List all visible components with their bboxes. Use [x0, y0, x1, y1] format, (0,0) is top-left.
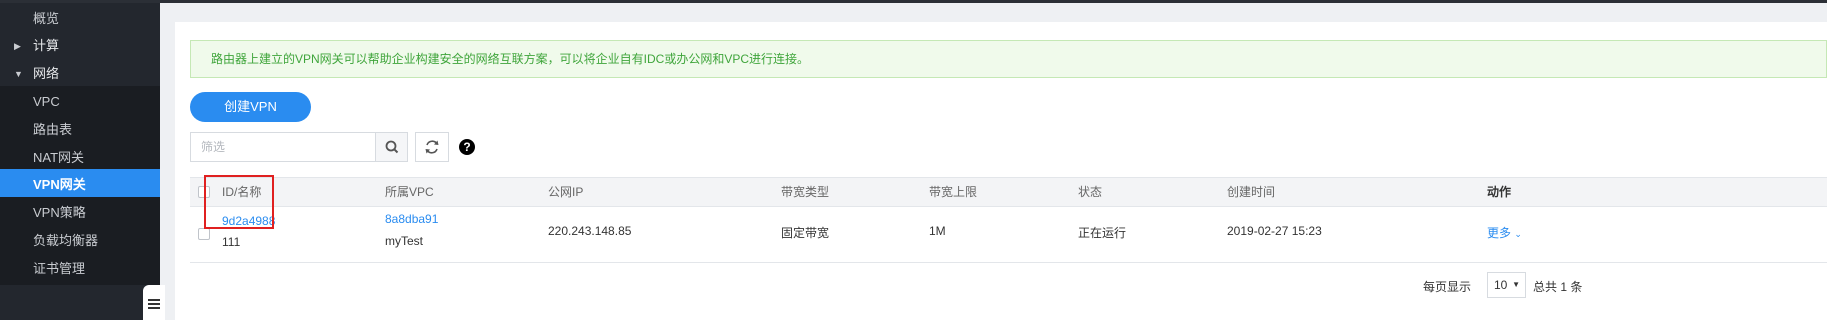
total-count: 总共 1 条: [1533, 280, 1583, 294]
filter-search-button[interactable]: [375, 133, 407, 161]
row-checkbox[interactable]: [198, 228, 210, 240]
refresh-icon: [425, 140, 439, 154]
bandwidth-type: 固定带宽: [781, 226, 830, 240]
column-header-public-ip: 公网IP: [548, 185, 584, 199]
top-bar: [0, 0, 1827, 3]
table-header: ID/名称 所属VPC 公网IP 带宽类型 带宽上限 状态 创建时间 动作: [190, 178, 1827, 207]
sidebar-item-label: NAT网关: [33, 150, 85, 165]
column-header-bandwidth-type: 带宽类型: [781, 185, 830, 199]
vpn-table: ID/名称 所属VPC 公网IP 带宽类型 带宽上限 状态 创建时间 动作 9d…: [190, 177, 1827, 263]
more-actions-label: 更多: [1487, 226, 1512, 240]
created-time: 2019-02-27 15:23: [1227, 224, 1322, 238]
sidebar-item-certificates[interactable]: 证书管理: [0, 253, 160, 285]
refresh-button[interactable]: [415, 132, 449, 162]
per-page-label: 每页显示: [1423, 280, 1472, 294]
public-ip: 220.243.148.85: [548, 224, 632, 238]
chevron-down-icon: ⌄: [1514, 229, 1522, 239]
filter-box: [190, 132, 408, 162]
sidebar: 概览 ▶ 计算 ▼ 网络 VPC 路由表 NAT网关 VPN网关 VPN策略 负载均…: [0, 3, 165, 320]
sidebar-collapse-button[interactable]: [143, 285, 165, 320]
help-icon[interactable]: ?: [459, 139, 475, 155]
main-panel: 路由器上建立的VPN网关可以帮助企业构建安全的网络互联方案，可以将企业自有IDC…: [175, 22, 1827, 320]
column-header-created: 创建时间: [1227, 185, 1276, 199]
column-header-status: 状态: [1078, 185, 1103, 199]
status-text: 正在运行: [1078, 226, 1127, 240]
search-icon: [385, 140, 399, 154]
vpc-id-link[interactable]: 8a8dba91: [385, 212, 438, 226]
sidebar-item-label: VPC: [33, 94, 60, 109]
vpn-name: 111: [222, 235, 241, 249]
sidebar-item-label: 负载均衡器: [33, 233, 99, 248]
sidebar-item-label: 路由表: [33, 122, 73, 137]
column-header-bandwidth-limit: 带宽上限: [929, 185, 978, 199]
dropdown-arrow-icon: ▼: [1512, 280, 1520, 289]
column-header-vpc: 所属VPC: [385, 185, 434, 199]
highlight-annotation-box: [204, 175, 274, 229]
sidebar-item-label: VPN网关: [33, 177, 86, 192]
vpc-name: myTest: [385, 234, 424, 248]
page-size-value: 10: [1494, 278, 1508, 292]
page-size-select[interactable]: 10 ▼: [1487, 272, 1526, 298]
bandwidth-limit: 1M: [929, 224, 946, 238]
sidebar-item-label: VPN策略: [33, 205, 86, 220]
sidebar-item-label: 网络: [33, 66, 60, 81]
sidebar-item-label: 概览: [33, 11, 60, 26]
filter-input[interactable]: [191, 133, 375, 161]
menu-collapse-icon: [148, 299, 160, 310]
create-vpn-button[interactable]: 创建VPN: [190, 92, 311, 122]
more-actions-dropdown[interactable]: 更多 ⌄: [1487, 224, 1522, 241]
info-notice: 路由器上建立的VPN网关可以帮助企业构建安全的网络互联方案，可以将企业自有IDC…: [190, 40, 1827, 78]
column-header-action: 动作: [1487, 185, 1512, 199]
sidebar-item-label: 证书管理: [33, 261, 86, 276]
sidebar-item-label: 计算: [33, 38, 60, 53]
